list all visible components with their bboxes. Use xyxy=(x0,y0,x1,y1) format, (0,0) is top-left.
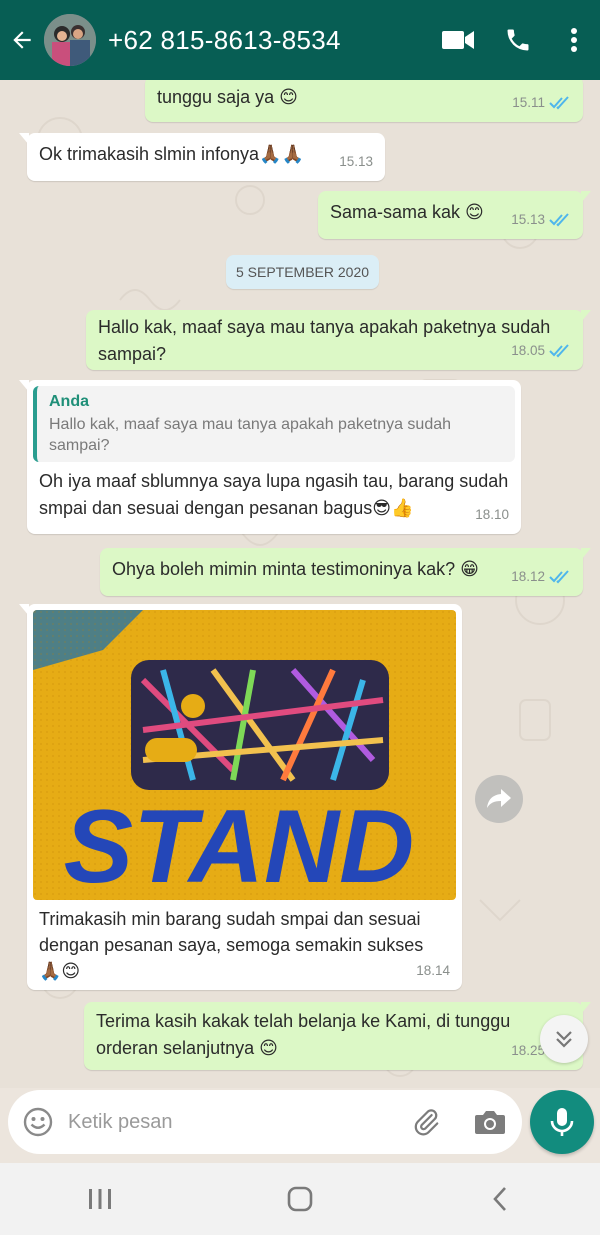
contact-name[interactable]: +62 815-8613-8534 xyxy=(108,25,428,56)
forward-button[interactable] xyxy=(475,775,523,823)
message-text: Ok trimakasih slmin infonya🙏🏾🙏🏾 xyxy=(39,144,304,164)
back-nav-button[interactable] xyxy=(440,1163,560,1235)
message-text: Trimakasih min barang sudah smpai dan se… xyxy=(39,909,424,981)
emoji-icon xyxy=(23,1107,53,1137)
message-incoming[interactable]: Ok trimakasih slmin infonya🙏🏾🙏🏾 15.13 xyxy=(19,133,385,181)
photo-phone-case: STAND xyxy=(33,610,456,900)
voice-message-button[interactable] xyxy=(530,1090,594,1154)
message-time: 15.11 xyxy=(512,89,571,116)
message-input[interactable] xyxy=(68,1110,394,1134)
message-outgoing[interactable]: Hallo kak, maaf saya mau tanya apakah pa… xyxy=(86,310,591,370)
message-outgoing[interactable]: Ohya boleh mimin minta testimoninya kak?… xyxy=(100,548,591,596)
more-vert-icon xyxy=(571,28,577,52)
message-time: 15.13 xyxy=(511,206,571,233)
back-nav-icon xyxy=(493,1187,506,1211)
quote-text: Hallo kak, maaf saya mau tanya apakah pa… xyxy=(49,416,452,454)
avatar[interactable] xyxy=(44,14,96,66)
home-icon xyxy=(287,1186,313,1212)
read-ticks-icon xyxy=(549,212,569,226)
quote-author: Anda xyxy=(49,393,89,410)
phone-icon xyxy=(507,29,529,51)
read-ticks-icon xyxy=(549,343,569,357)
more-options-button[interactable] xyxy=(548,0,600,80)
scroll-to-bottom-button[interactable] xyxy=(540,1015,588,1063)
message-photo[interactable]: STAND xyxy=(33,610,456,900)
photo-caption-text: STAND xyxy=(64,789,415,900)
video-call-icon xyxy=(442,31,474,49)
date-separator: 5 SEPTEMBER 2020 xyxy=(226,255,379,289)
message-text: Ohya boleh mimin minta testimoninya kak?… xyxy=(112,559,479,579)
voice-call-button[interactable] xyxy=(488,0,548,80)
message-outgoing[interactable]: Sama-sama kak 😊 15.13 xyxy=(318,191,591,239)
double-chevron-down-icon xyxy=(556,1031,572,1048)
message-outgoing[interactable]: Terima kasih kakak telah belanja ke Kami… xyxy=(84,1002,591,1070)
recent-apps-icon xyxy=(89,1189,111,1209)
emoji-button[interactable] xyxy=(8,1106,68,1138)
message-text: Oh iya maaf sblumnya saya lupa ngasih ta… xyxy=(39,471,509,518)
chat-area[interactable]: tunggu saja ya 😊 15.11 Ok trimakasih slm… xyxy=(0,80,600,1088)
message-incoming-photo[interactable]: STAND Trimakasih min barang sudah smpai … xyxy=(19,604,462,990)
recent-apps-button[interactable] xyxy=(40,1163,160,1235)
home-button[interactable] xyxy=(240,1163,360,1235)
camera-button[interactable] xyxy=(458,1108,522,1136)
quoted-message[interactable]: Anda Hallo kak, maaf saya mau tanya apak… xyxy=(33,386,515,462)
attach-icon xyxy=(414,1109,439,1136)
mic-icon xyxy=(550,1108,574,1136)
message-time: 18.05 xyxy=(511,337,571,364)
message-composer xyxy=(8,1090,522,1154)
message-incoming-reply[interactable]: Anda Hallo kak, maaf saya mau tanya apak… xyxy=(19,380,521,534)
message-time: 15.13 xyxy=(339,154,373,169)
message-text: Terima kasih kakak telah belanja ke Kami… xyxy=(96,1011,511,1058)
back-arrow-icon xyxy=(13,31,31,49)
message-text: Sama-sama kak 😊 xyxy=(330,202,484,222)
forward-icon xyxy=(487,789,511,808)
message-text: Hallo kak, maaf saya mau tanya apakah pa… xyxy=(98,317,551,364)
message-time: 18.10 xyxy=(475,507,509,522)
camera-icon xyxy=(475,1111,505,1134)
chat-header: +62 815-8613-8534 xyxy=(0,0,600,80)
message-text: tunggu saja ya 😊 xyxy=(157,87,298,107)
message-time: 18.14 xyxy=(416,963,450,978)
back-button[interactable] xyxy=(0,0,44,80)
attach-button[interactable] xyxy=(394,1107,458,1137)
system-navigation-bar xyxy=(0,1163,600,1235)
message-outgoing[interactable]: tunggu saja ya 😊 15.11 xyxy=(145,80,583,122)
read-ticks-icon xyxy=(549,569,569,583)
read-ticks-icon xyxy=(549,95,569,109)
video-call-button[interactable] xyxy=(428,0,488,80)
message-time: 18.12 xyxy=(511,563,571,590)
